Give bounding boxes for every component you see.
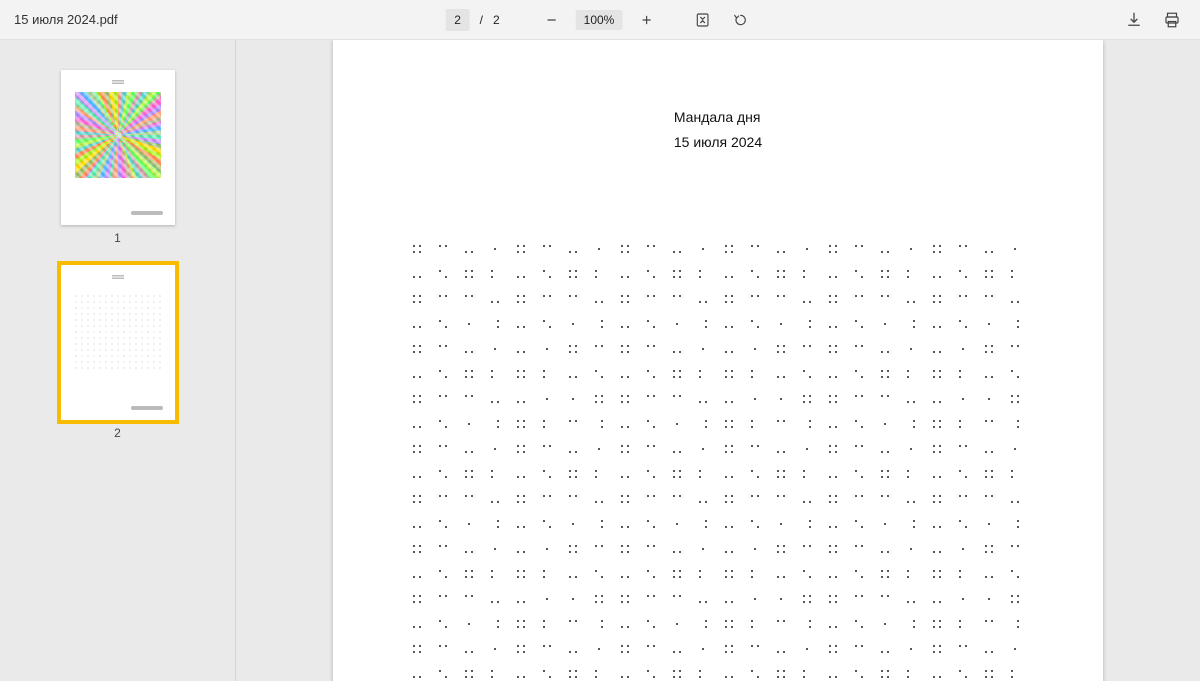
download-button[interactable] — [1120, 6, 1148, 34]
minus-icon — [545, 13, 559, 27]
download-icon — [1125, 11, 1143, 29]
mandala-colored-preview — [75, 92, 161, 178]
page-separator: / — [480, 13, 483, 27]
plus-icon — [639, 13, 653, 27]
mandala-dot-grid — [413, 245, 1023, 681]
page-total: 2 — [493, 13, 500, 27]
document-filename: 15 июля 2024.pdf — [14, 12, 118, 27]
thumbnail-item[interactable]: 2 — [61, 265, 175, 440]
thumbnail-sidebar[interactable]: 1 2 — [0, 40, 236, 681]
thumb-header-bars — [112, 80, 124, 84]
pdf-toolbar: 15 июля 2024.pdf 2 / 2 100% — [0, 0, 1200, 40]
pdf-viewport[interactable]: Мандала дня 15 июля 2024 — [236, 40, 1200, 681]
rotate-button[interactable] — [726, 6, 754, 34]
rotate-icon — [732, 12, 748, 28]
print-icon — [1163, 11, 1181, 29]
zoom-level[interactable]: 100% — [576, 10, 623, 30]
thumb-header-bars — [112, 275, 124, 279]
thumbnail-item[interactable]: 1 — [61, 70, 175, 245]
fit-page-button[interactable] — [688, 6, 716, 34]
pdf-page: Мандала дня 15 июля 2024 — [333, 40, 1103, 681]
page-title-line-1: Мандала дня — [674, 105, 762, 130]
page-title-line-2: 15 июля 2024 — [674, 130, 762, 155]
thumbnail-label: 1 — [114, 231, 121, 245]
thumbnail-page-2[interactable] — [61, 265, 175, 420]
thumbnail-page-1[interactable] — [61, 70, 175, 225]
fit-page-icon — [694, 12, 710, 28]
thumb-footer-bar — [131, 406, 163, 410]
thumb-footer-bar — [131, 211, 163, 215]
page-number-input[interactable]: 2 — [446, 9, 470, 31]
thumbnail-label: 2 — [114, 426, 121, 440]
page-title-block: Мандала дня 15 июля 2024 — [674, 105, 762, 155]
zoom-out-button[interactable] — [538, 6, 566, 34]
print-button[interactable] — [1158, 6, 1186, 34]
zoom-in-button[interactable] — [632, 6, 660, 34]
mandala-outline-preview — [73, 293, 163, 371]
